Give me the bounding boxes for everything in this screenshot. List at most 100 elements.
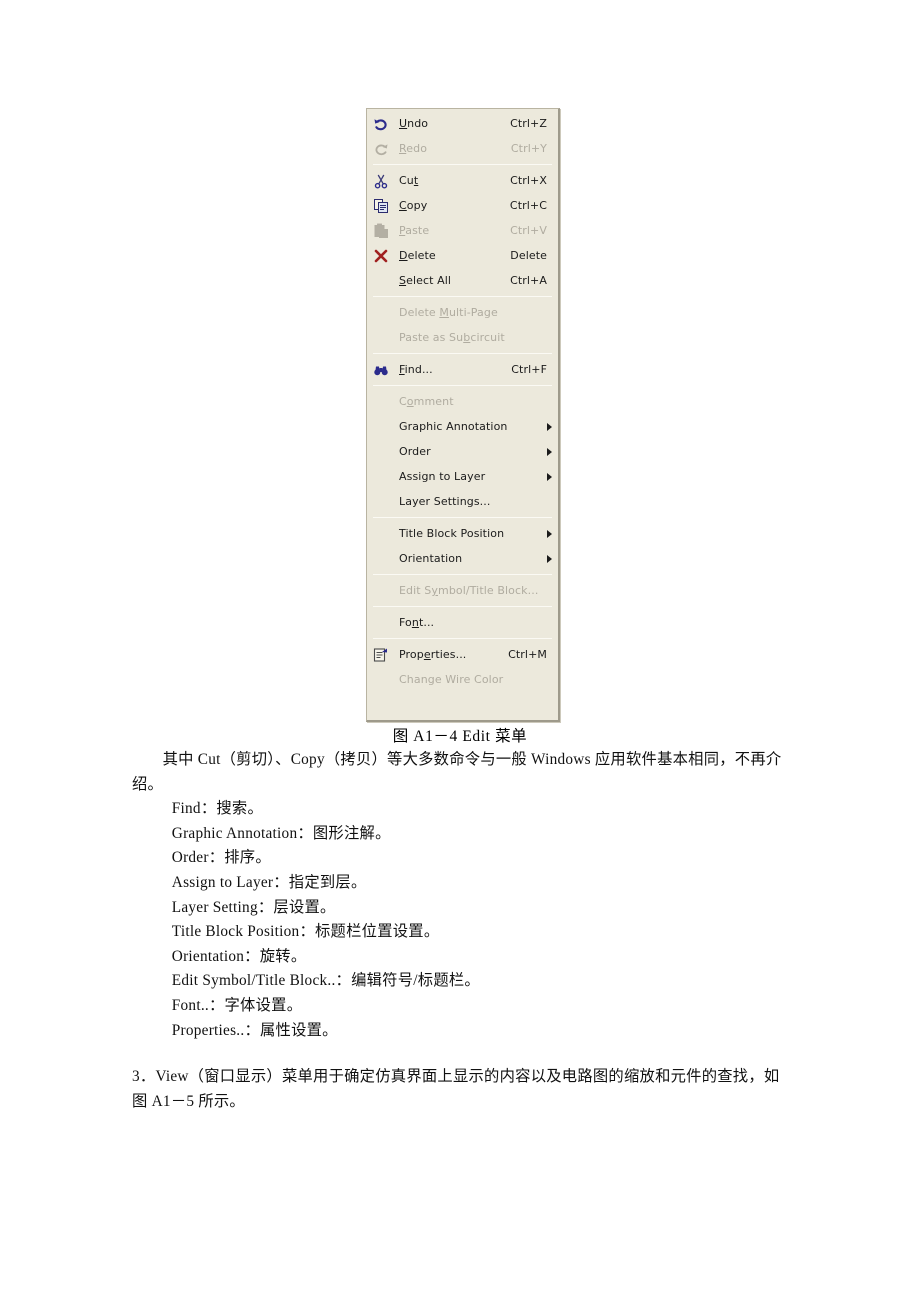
- menu-item-label: Paste as Subcircuit: [399, 331, 505, 344]
- menu-item-copy[interactable]: Copy Ctrl+C: [367, 193, 558, 218]
- menu-separator: [373, 606, 552, 607]
- submenu-arrow-icon: [547, 472, 552, 481]
- menu-item-icon-slot: [369, 391, 393, 413]
- menu-item-orientation[interactable]: Orientation: [367, 546, 558, 571]
- menu-item-icon-slot: [369, 270, 393, 292]
- menu-item-label: Undo: [399, 117, 429, 130]
- paragraph: Graphic Annotation：图形注解。: [171, 824, 391, 842]
- submenu-arrow-icon: [547, 554, 552, 563]
- menu-item-accelerator: Ctrl+V: [510, 224, 547, 237]
- menu-item-layer-settings[interactable]: Layer Settings...: [367, 489, 558, 514]
- menu-item-label: Find...: [399, 363, 433, 376]
- menu-item-label: Change Wire Color: [399, 673, 504, 686]
- copy-pages-icon: [369, 195, 393, 217]
- menu-item-cut[interactable]: Cut Ctrl+X: [367, 168, 558, 193]
- menu-item-accelerator: Ctrl+C: [509, 199, 547, 212]
- menu-item-accelerator: Ctrl+F: [511, 363, 547, 376]
- menu-item-edit-symbol-title-block: Edit Symbol/Title Block...: [367, 578, 558, 603]
- paragraph: Assign to Layer：指定到层。: [171, 873, 367, 891]
- menu-separator: [373, 296, 552, 297]
- menu-item-label: Orientation: [399, 552, 463, 565]
- menu-item-icon-slot: [369, 327, 393, 349]
- menu-item-delete[interactable]: Delete Delete: [367, 243, 558, 268]
- menu-item-label: Comment: [399, 395, 454, 408]
- menu-item-label: Properties...: [399, 648, 467, 661]
- menu-item-find[interactable]: Find... Ctrl+F: [367, 357, 558, 382]
- paragraph: Layer Setting：层设置。: [171, 898, 336, 916]
- menu-item-label: Edit Symbol/Title Block...: [399, 584, 539, 597]
- menu-item-icon-slot: [369, 612, 393, 634]
- paragraph: Orientation：旋转。: [171, 947, 307, 965]
- paragraph: Title Block Position：标题栏位置设置。: [171, 923, 440, 941]
- menu-item-label: Select All: [399, 274, 452, 287]
- menu-item-select-all[interactable]: Select All Ctrl+A: [367, 268, 558, 293]
- menu-item-order[interactable]: Order: [367, 439, 558, 464]
- paragraph: Font..：字体设置。: [171, 996, 303, 1014]
- menu-item-change-wire-color: Change Wire Color: [367, 667, 558, 692]
- menu-item-label: Assign to Layer: [399, 470, 486, 483]
- menu-item-label: Title Block Position: [399, 527, 505, 540]
- paragraph: Properties..：属性设置。: [171, 1021, 338, 1039]
- paragraph: Edit Symbol/Title Block..：编辑符号/标题栏。: [171, 972, 480, 990]
- figure-caption: 图 A1－4 Edit 菜单: [392, 728, 528, 745]
- menu-item-accelerator: Ctrl+A: [510, 274, 547, 287]
- menu-item-paste: Paste Ctrl+V: [367, 218, 558, 243]
- menu-item-properties[interactable]: Properties... Ctrl+M: [367, 642, 558, 667]
- scissors-icon: [369, 170, 393, 192]
- menu-item-label: Cut: [399, 174, 419, 187]
- menu-item-graphic-annotation[interactable]: Graphic Annotation: [367, 414, 558, 439]
- menu-item-assign-to-layer[interactable]: Assign to Layer: [367, 464, 558, 489]
- submenu-arrow-icon: [547, 529, 552, 538]
- menu-separator: [373, 638, 552, 639]
- menu-item-label: Layer Settings...: [399, 495, 491, 508]
- submenu-arrow-icon: [547, 422, 552, 431]
- menu-item-label: Delete: [399, 249, 436, 262]
- menu-item-title-block-position[interactable]: Title Block Position: [367, 521, 558, 546]
- menu-item-paste-as-subcircuit: Paste as Subcircuit: [367, 325, 558, 350]
- paragraph: 3．View（窗口显示）菜单用于确定仿真界面上显示的内容以及电路图的缩放和元件的…: [132, 1068, 780, 1110]
- menu-item-label: Font...: [399, 616, 435, 629]
- menu-item-accelerator: Delete: [510, 249, 547, 262]
- menu-item-font[interactable]: Font...: [367, 610, 558, 635]
- menu-item-icon-slot: [369, 580, 393, 602]
- menu-item-accelerator: Ctrl+M: [508, 648, 547, 661]
- properties-icon: [369, 644, 393, 666]
- binoculars-icon: [369, 359, 393, 381]
- menu-item-redo: Redo Ctrl+Y: [367, 136, 558, 161]
- menu-item-comment: Comment: [367, 389, 558, 414]
- menu-item-accelerator: Ctrl+Z: [510, 117, 547, 130]
- menu-item-icon-slot: [369, 416, 393, 438]
- menu-item-label: Redo: [399, 142, 428, 155]
- undo-arrow-icon: [369, 113, 393, 135]
- menu-item-icon-slot: [369, 302, 393, 324]
- menu-item-label: Graphic Annotation: [399, 420, 508, 433]
- menu-item-undo[interactable]: Undo Ctrl+Z: [367, 111, 558, 136]
- clipboard-paste-icon: [369, 220, 393, 242]
- edit-menu-popup[interactable]: Undo Ctrl+Z Redo Ctrl+Y Cut Ctrl+X Copy Ctrl+C P…: [366, 108, 560, 722]
- menu-item-label: Copy: [399, 199, 428, 212]
- paragraph: Order：排序。: [171, 849, 271, 867]
- red-x-icon: [369, 245, 393, 267]
- edit-menu-list: Undo Ctrl+Z Redo Ctrl+Y Cut Ctrl+X Copy Ctrl+C P…: [367, 109, 558, 694]
- menu-separator: [373, 164, 552, 165]
- menu-item-icon-slot: [369, 548, 393, 570]
- menu-item-icon-slot: [369, 523, 393, 545]
- paragraph: 其中 Cut（剪切）、Copy（拷贝）等大多数命令与一般 Windows 应用软…: [132, 751, 782, 793]
- menu-item-accelerator: Ctrl+Y: [510, 142, 547, 155]
- menu-item-icon-slot: [369, 441, 393, 463]
- redo-arrow-icon: [369, 138, 393, 160]
- menu-separator: [373, 385, 552, 386]
- menu-item-accelerator: Ctrl+X: [510, 174, 547, 187]
- menu-item-label: Delete Multi-Page: [399, 306, 498, 319]
- menu-item-label: Paste: [399, 224, 430, 237]
- menu-separator: [373, 517, 552, 518]
- menu-separator: [373, 353, 552, 354]
- document-body: 其中 Cut（剪切）、Copy（拷贝）等大多数命令与一般 Windows 应用软…: [132, 748, 792, 1114]
- menu-item-icon-slot: [369, 669, 393, 691]
- menu-item-icon-slot: [369, 491, 393, 513]
- menu-item-label: Order: [399, 445, 431, 458]
- menu-separator: [373, 574, 552, 575]
- menu-item-icon-slot: [369, 466, 393, 488]
- menu-item-delete-multi-page: Delete Multi-Page: [367, 300, 558, 325]
